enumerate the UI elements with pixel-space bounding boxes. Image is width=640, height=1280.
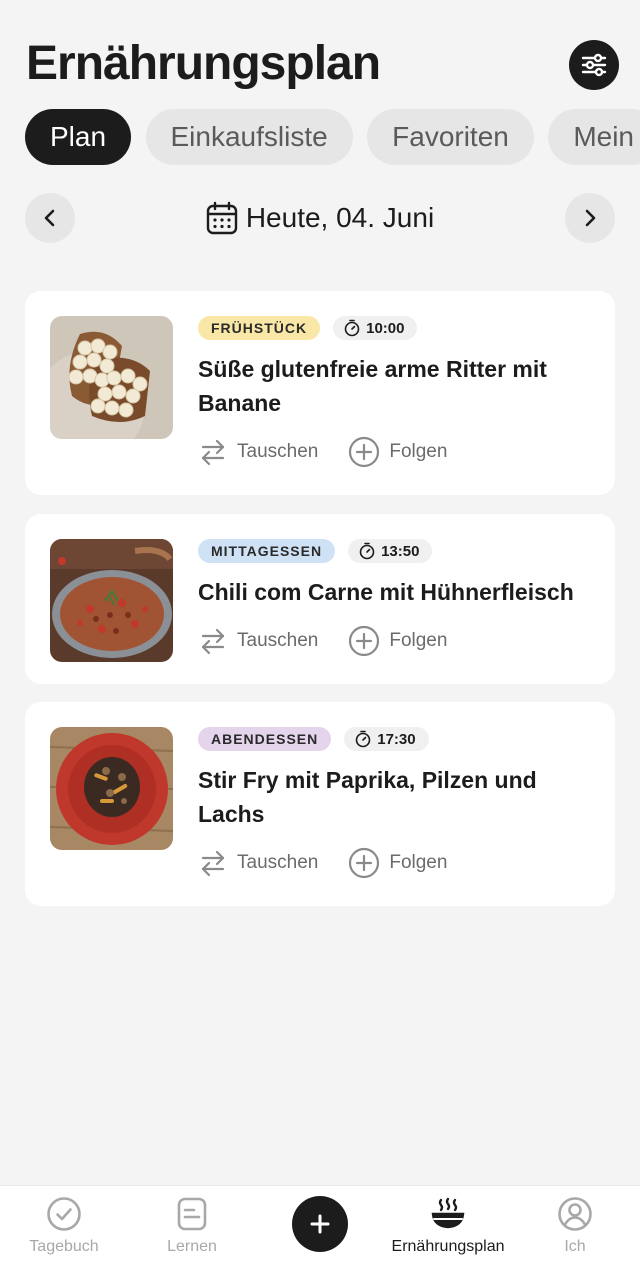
meal-card[interactable]: ABENDESSEN 17:30 Stir Fry mit Paprika, P…: [25, 702, 615, 906]
stopwatch-icon: [344, 319, 360, 337]
meal-time-label: 17:30: [377, 730, 416, 748]
plus-icon: [310, 1214, 330, 1234]
follow-button[interactable]: Folgen: [348, 624, 447, 658]
document-icon: [177, 1197, 207, 1231]
bowl-icon: [431, 1197, 465, 1229]
swap-icon: [201, 850, 225, 877]
swap-icon: [201, 628, 225, 655]
meal-image-french-toast: [50, 316, 173, 439]
meal-meta: FRÜHSTÜCK 10:00: [198, 316, 418, 340]
nav-lernen[interactable]: Lernen: [128, 1186, 256, 1280]
follow-label: Folgen: [389, 630, 448, 651]
nav-ernaehrungsplan[interactable]: Ernährungsplan: [384, 1186, 512, 1280]
meal-meta: MITTAGESSEN 13:50: [198, 539, 433, 563]
meal-time-label: 13:50: [381, 542, 420, 560]
swap-label: Tauschen: [237, 630, 319, 651]
swap-label: Tauschen: [237, 852, 319, 873]
meal-card[interactable]: FRÜHSTÜCK 10:00 Süße glutenfreie arme Ri…: [25, 291, 615, 495]
meal-actions: Tauschen Folgen: [198, 624, 447, 658]
plus-circle-icon: [349, 436, 380, 468]
swap-button[interactable]: Tauschen: [198, 435, 318, 469]
nav-tagebuch[interactable]: Tagebuch: [0, 1186, 128, 1280]
tab-einkaufsliste[interactable]: Einkaufsliste: [145, 109, 353, 165]
category-badge: MITTAGESSEN: [198, 539, 336, 563]
sliders-icon: [581, 53, 607, 77]
meal-title[interactable]: Stir Fry mit Paprika, Pilzen und Lachs: [198, 763, 598, 831]
swap-icon: [201, 439, 225, 466]
meal-title[interactable]: Chili com Carne mit Hühnerfleisch: [198, 575, 598, 609]
follow-button[interactable]: Folgen: [348, 846, 447, 880]
nav-label: Tagebuch: [29, 1238, 99, 1255]
filter-button[interactable]: [569, 40, 619, 90]
stopwatch-icon: [355, 730, 371, 748]
current-date: Heute, 04. Juni: [25, 193, 615, 243]
nav-label: Lernen: [167, 1238, 217, 1255]
meal-actions: Tauschen Folgen: [198, 846, 447, 880]
bottom-navigation: Tagebuch Lernen Ernährungsplan Ich: [0, 1185, 640, 1280]
follow-label: Folgen: [389, 852, 448, 873]
meal-title[interactable]: Süße glutenfreie arme Ritter mit Banane: [198, 352, 598, 420]
check-circle-icon: [47, 1197, 81, 1231]
next-day-button[interactable]: [565, 193, 615, 243]
category-badge: ABENDESSEN: [198, 727, 332, 751]
meal-time: 13:50: [348, 539, 433, 563]
user-circle-icon: [558, 1197, 592, 1231]
nav-label: Ernährungsplan: [391, 1238, 505, 1255]
meal-image-chili: [50, 539, 173, 662]
swap-button[interactable]: Tauschen: [198, 846, 318, 880]
meal-meta: ABENDESSEN 17:30: [198, 727, 429, 751]
meal-time: 17:30: [344, 727, 429, 751]
plus-circle-icon: [349, 847, 380, 879]
tab-plan[interactable]: Plan: [25, 109, 132, 165]
chevron-right-icon: [585, 209, 596, 227]
meal-actions: Tauschen Folgen: [198, 435, 447, 469]
calendar-icon: [206, 201, 238, 235]
swap-button[interactable]: Tauschen: [198, 624, 318, 658]
category-badge: FRÜHSTÜCK: [198, 316, 321, 340]
tab-favoriten[interactable]: Favoriten: [367, 109, 534, 165]
add-button[interactable]: [292, 1196, 348, 1252]
follow-button[interactable]: Folgen: [348, 435, 447, 469]
swap-label: Tauschen: [237, 441, 319, 462]
date-navigation: Heute, 04. Juni: [25, 193, 615, 243]
meal-card[interactable]: MITTAGESSEN 13:50 Chili com Carne mit Hü…: [25, 514, 615, 684]
nav-ich[interactable]: Ich: [511, 1186, 639, 1280]
follow-label: Folgen: [389, 441, 448, 462]
page-title: Ernährungsplan: [26, 37, 381, 90]
tab-mein[interactable]: Mein: [548, 109, 640, 165]
stopwatch-icon: [359, 542, 375, 560]
meal-time: 10:00: [333, 316, 418, 340]
meal-time-label: 10:00: [366, 319, 405, 337]
tab-bar: Plan Einkaufsliste Favoriten Mein: [25, 109, 640, 165]
date-label: Heute, 04. Juni: [245, 202, 435, 233]
plus-circle-icon: [349, 625, 380, 657]
meal-image-stir-fry: [50, 727, 173, 850]
nav-label: Ich: [564, 1238, 586, 1255]
